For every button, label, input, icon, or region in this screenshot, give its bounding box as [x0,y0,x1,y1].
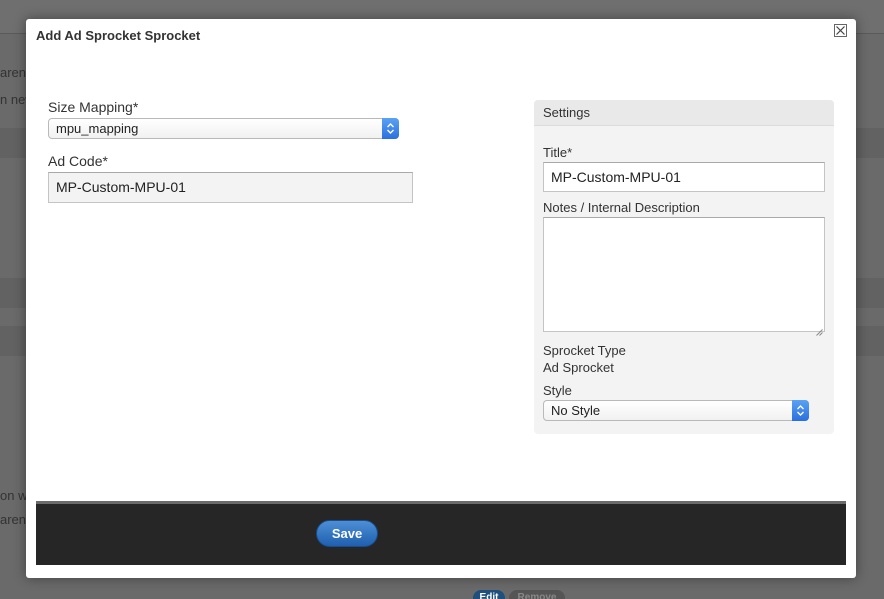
size-mapping-select[interactable]: mpu_mapping [48,118,399,139]
dialog-title: Add Ad Sprocket Sprocket [36,28,201,43]
sprocket-type-label: Sprocket Type [543,343,626,358]
background-text: on w [0,488,28,503]
chevron-updown-icon [382,118,399,139]
size-mapping-value: mpu_mapping [56,121,139,136]
dialog-footer: Save [36,501,846,565]
title-input[interactable]: MP-Custom-MPU-01 [543,162,825,192]
background-text: aren [0,512,27,527]
style-label: Style [543,383,572,398]
ad-code-input[interactable]: MP-Custom-MPU-01 [48,172,413,203]
close-icon[interactable] [834,24,847,37]
settings-header: Settings [534,100,834,126]
ad-code-label: Ad Code* [48,153,108,169]
add-sprocket-dialog: Add Ad Sprocket Sprocket Size Mapping* m… [26,19,856,578]
background-edit-button: Edit [473,590,505,599]
chevron-updown-icon [792,400,809,421]
settings-panel: Settings Title* MP-Custom-MPU-01 Notes /… [534,100,834,434]
notes-textarea[interactable] [543,217,825,336]
style-select[interactable]: No Style [543,400,809,421]
background-text: aren [0,65,27,80]
title-label: Title* [543,145,573,160]
size-mapping-label: Size Mapping* [48,99,139,115]
save-button[interactable]: Save [316,520,378,547]
sprocket-type-value: Ad Sprocket [543,360,614,375]
style-value: No Style [551,403,601,418]
background-remove-button: Remove [509,590,565,599]
notes-label: Notes / Internal Description [543,200,700,215]
resize-grip-icon[interactable] [816,323,823,336]
